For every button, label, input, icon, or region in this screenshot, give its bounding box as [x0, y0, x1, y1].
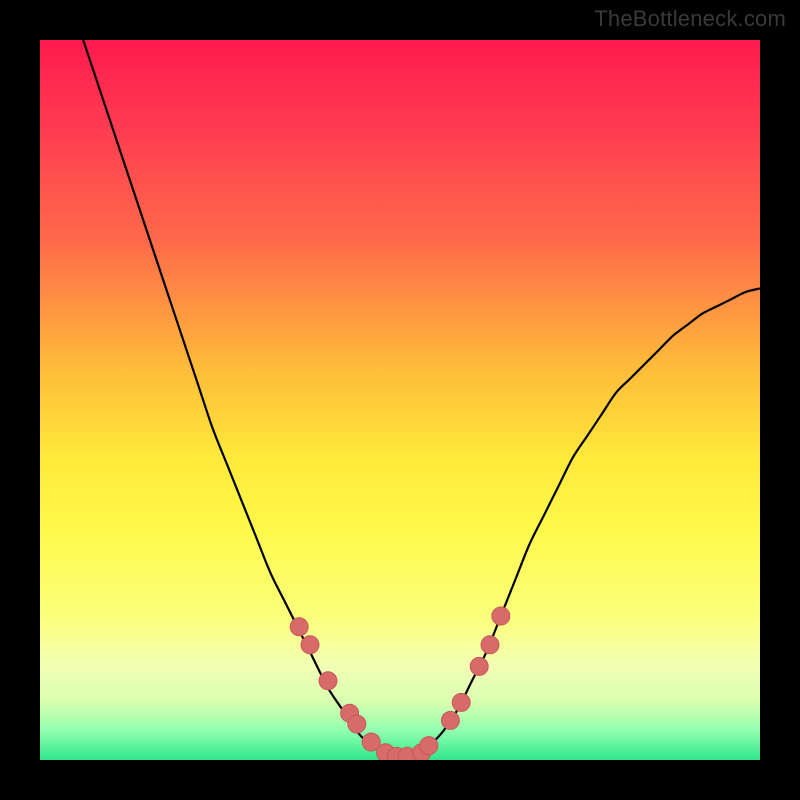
curve-left-branch [83, 40, 400, 760]
data-marker [420, 737, 438, 755]
data-marker [441, 711, 459, 729]
data-markers [290, 607, 510, 760]
data-marker [290, 618, 308, 636]
watermark-text: TheBottleneck.com [594, 6, 786, 32]
data-marker [452, 693, 470, 711]
data-marker [348, 715, 366, 733]
chart-frame: TheBottleneck.com [0, 0, 800, 800]
data-marker [319, 672, 337, 690]
curve-right-branch [400, 288, 760, 760]
data-marker [301, 636, 319, 654]
data-marker [470, 657, 488, 675]
data-marker [492, 607, 510, 625]
curve-layer [40, 40, 760, 760]
plot-area [40, 40, 760, 760]
data-marker [481, 636, 499, 654]
